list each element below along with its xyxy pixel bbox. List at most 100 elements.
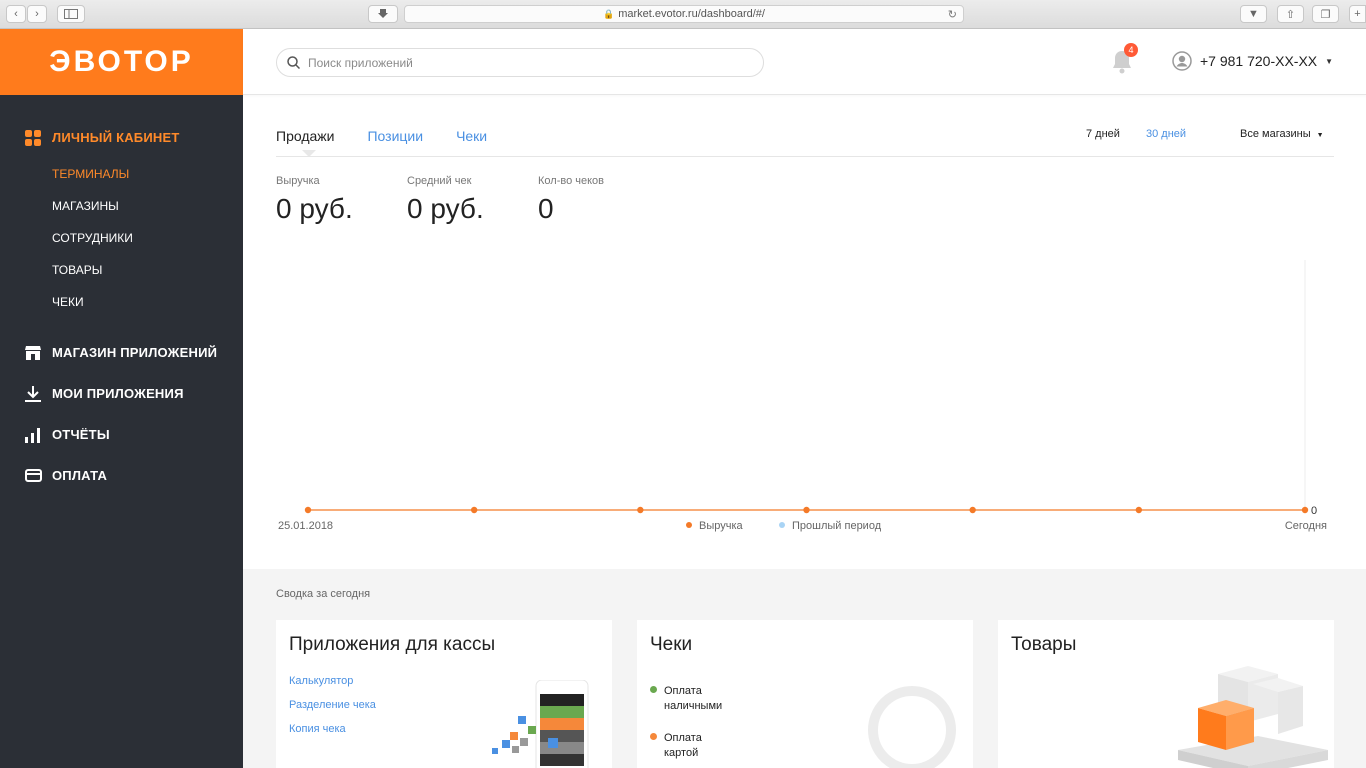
card-apps: Приложения для кассы Калькулятор Разделе… (276, 620, 612, 768)
chart-series-revenue (304, 506, 1309, 514)
kpi-label: Выручка (276, 175, 320, 187)
sidebar-item-personal[interactable]: ЛИЧНЫЙ КАБИНЕТ (0, 117, 243, 158)
search-input[interactable] (308, 55, 738, 70)
legend-label-line1: Оплата (664, 732, 702, 744)
sales-chart-svg: 0 25.01.2018 Сегодня Выручка Прошлый пер… (278, 260, 1327, 532)
sidebar-subitem-stores[interactable]: МАГАЗИНЫ (0, 190, 243, 222)
period-30-days[interactable]: 30 дней (1146, 128, 1186, 140)
sidebar-subitem-employees[interactable]: СОТРУДНИКИ (0, 222, 243, 254)
card-title: Приложения для кассы (289, 634, 496, 655)
apps-illustration-icon (492, 680, 589, 768)
caret-down-icon: ▼ (1316, 132, 1324, 139)
notification-badge: 4 (1124, 43, 1138, 57)
downloads-button[interactable]: ▼ (1240, 5, 1267, 23)
sidebar-subitem-products[interactable]: ТОВАРЫ (0, 254, 243, 286)
sales-chart: 0 25.01.2018 Сегодня Выручка Прошлый пер… (243, 246, 1366, 546)
legend-label-previous: Прошлый период (792, 520, 882, 532)
logo: ЭВОТОР (49, 45, 194, 78)
plus-icon: + (1354, 8, 1361, 20)
legend-card: Оплата картой (650, 731, 702, 761)
tabs-button[interactable]: ❐ (1312, 5, 1339, 23)
chart-point[interactable] (470, 506, 478, 514)
legend-label-line1: Оплата (664, 685, 702, 697)
user-menu[interactable]: +7 981 720-XX-XX ▼ (1172, 51, 1333, 71)
legend-cash: Оплата наличными (650, 684, 722, 714)
topbar: 4 +7 981 720-XX-XX ▼ (243, 29, 1366, 95)
sidebar-item-label: ОПЛАТА (52, 468, 108, 483)
extension-button[interactable] (368, 5, 398, 23)
summary-title: Сводка за сегодня (276, 588, 371, 600)
card-receipts: Чеки Оплата наличными Оплата картой (637, 620, 973, 768)
legend-dot-revenue (686, 522, 692, 528)
search-box[interactable] (276, 48, 764, 77)
sidebar-subitem-terminals[interactable]: ТЕРМИНАЛЫ (0, 158, 243, 190)
back-button[interactable]: ‹ (6, 5, 26, 23)
kpi-receipt-count: Кол-во чеков 0 (538, 175, 604, 225)
chart-x-start-label: 25.01.2018 (278, 520, 333, 532)
sidebar-toggle-button[interactable] (57, 5, 85, 23)
legend-label-line2: картой (664, 747, 699, 759)
chart-point[interactable] (1135, 506, 1143, 514)
chart-point[interactable] (304, 506, 312, 514)
tabs-icon: ❐ (1320, 8, 1331, 21)
avatar-icon (1172, 51, 1192, 71)
stores-dropdown[interactable]: Все магазины ▼ (1240, 128, 1324, 140)
store-icon (24, 344, 42, 362)
chevron-left-icon: ‹ (14, 8, 18, 20)
dashboard-main: Продажи Позиции Чеки 7 дней 30 дней Все … (243, 96, 1366, 768)
chevron-right-icon: › (35, 8, 39, 20)
summary-section: Сводка за сегодня Приложения для кассы К… (243, 569, 1366, 768)
sidebar-item-payment[interactable]: ОПЛАТА (0, 455, 243, 496)
kpi-average-check: Средний чек 0 руб. (407, 175, 484, 225)
sidebar-subitem-label: ТОВАРЫ (52, 263, 103, 277)
logo-area[interactable]: ЭВОТОР (0, 29, 243, 95)
card-dot (650, 733, 657, 740)
sidebar-item-my-apps[interactable]: МОИ ПРИЛОЖЕНИЯ (0, 373, 243, 414)
app-link-receipt-copy[interactable]: Копия чека (289, 723, 346, 735)
tab-receipts[interactable]: Чеки (456, 128, 487, 144)
forward-button[interactable]: › (27, 5, 47, 23)
sidebar-subitem-label: ТЕРМИНАЛЫ (52, 167, 130, 181)
sidebar-item-label: ЛИЧНЫЙ КАБИНЕТ (52, 130, 180, 145)
download-circle-icon: ▼ (1248, 8, 1259, 20)
legend-dot-previous (779, 522, 785, 528)
card-title: Чеки (650, 634, 693, 655)
lock-icon: 🔒 (603, 8, 615, 19)
sidebar-item-reports[interactable]: ОТЧЁТЫ (0, 414, 243, 455)
chart-point[interactable] (969, 506, 976, 514)
share-icon: ⇧ (1285, 8, 1296, 21)
card-title: Товары (1011, 634, 1077, 655)
new-tab-button[interactable]: + (1349, 5, 1366, 23)
search-icon (287, 56, 300, 69)
bar-chart-icon (24, 426, 42, 444)
grid-icon (24, 129, 42, 147)
sidebar-item-app-store[interactable]: МАГАЗИН ПРИЛОЖЕНИЙ (0, 332, 243, 373)
tabs-divider (276, 156, 1334, 157)
period-7-days[interactable]: 7 дней (1086, 128, 1120, 140)
stores-dropdown-label: Все магазины (1240, 128, 1311, 140)
address-bar[interactable]: 🔒 market.evotor.ru/dashboard/#/ ↻ (404, 5, 964, 23)
sidebar-item-label: МОИ ПРИЛОЖЕНИЯ (52, 386, 184, 401)
chart-point[interactable] (637, 506, 644, 514)
credit-card-icon (24, 467, 42, 485)
sidebar-subitem-label: СОТРУДНИКИ (52, 231, 133, 245)
reload-icon[interactable]: ↻ (948, 8, 957, 21)
app-link-split-receipt[interactable]: Разделение чека (289, 699, 376, 711)
kpi-value: 0 руб. (276, 193, 353, 224)
tab-positions[interactable]: Позиции (367, 128, 423, 144)
user-phone: +7 981 720-XX-XX (1200, 53, 1318, 69)
kpi-revenue: Выручка 0 руб. (276, 175, 353, 225)
sidebar-subitem-receipts[interactable]: ЧЕКИ (0, 286, 243, 318)
chart-y-tick-label: 0 (1311, 505, 1317, 517)
sidebar-subitem-label: МАГАЗИНЫ (52, 199, 119, 213)
share-button[interactable]: ⇧ (1277, 5, 1304, 23)
url-text: market.evotor.ru/dashboard/#/ (618, 8, 765, 20)
sidebar-subitem-label: ЧЕКИ (52, 295, 84, 309)
chart-x-end-label: Сегодня (1285, 520, 1327, 532)
chart-point[interactable] (803, 506, 810, 514)
app-link-calculator[interactable]: Калькулятор (289, 675, 353, 687)
chart-point[interactable] (1301, 506, 1309, 514)
kpi-value: 0 руб. (407, 193, 484, 224)
caret-down-icon: ▼ (1325, 56, 1334, 66)
tab-sales[interactable]: Продажи (276, 128, 334, 157)
